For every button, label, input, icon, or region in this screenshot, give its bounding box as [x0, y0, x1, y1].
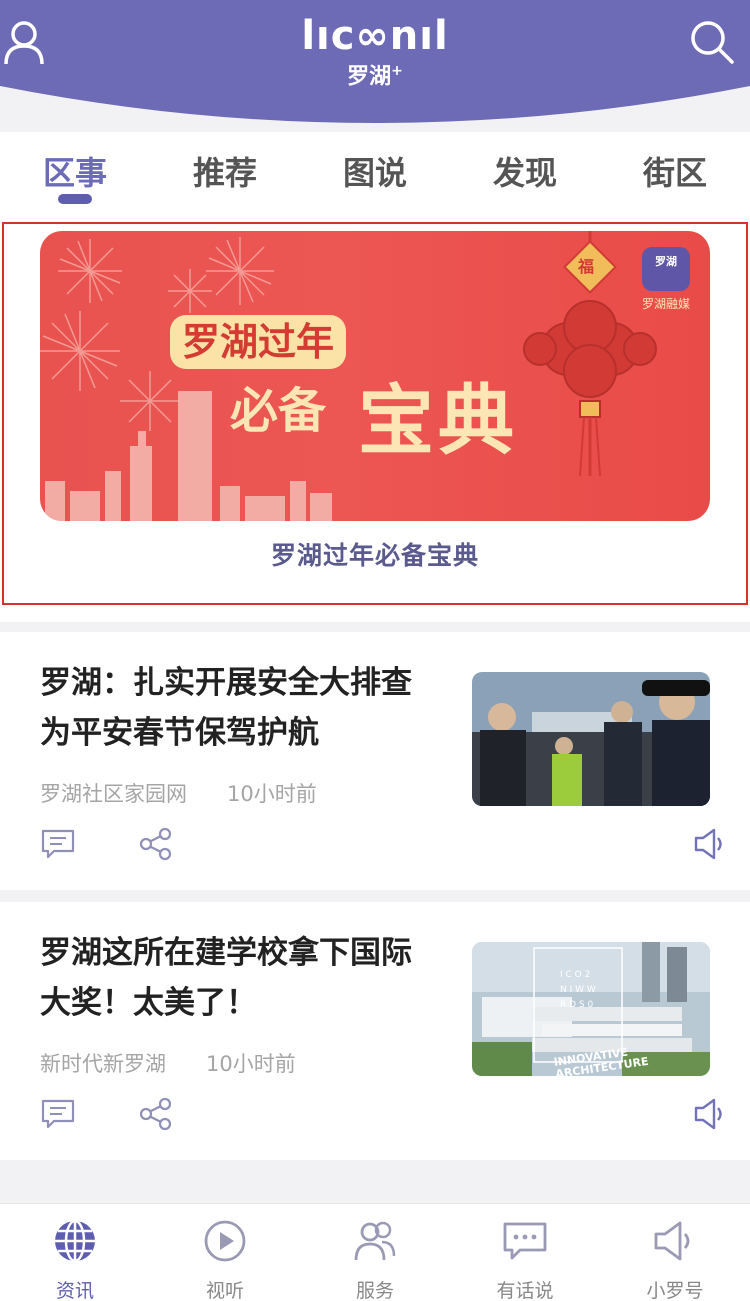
comment-icon[interactable]	[40, 1096, 76, 1132]
logo-subtitle: 罗湖+	[347, 63, 403, 90]
tab-tuijian[interactable]: 推荐	[150, 148, 300, 194]
article-meta: 新时代新罗湖 10小时前	[40, 1048, 296, 1078]
active-tab-indicator	[58, 194, 92, 204]
tab-tushuo[interactable]: 图说	[300, 148, 450, 194]
nav-item-media[interactable]: 视听	[150, 1204, 300, 1301]
nav-item-services[interactable]: 服务	[300, 1204, 450, 1301]
banner-pill-text: 罗湖过年	[170, 315, 347, 369]
svg-text:N I W W: N I W W	[560, 985, 596, 995]
tab-qushi[interactable]: 区事	[0, 148, 150, 194]
banner-badge: 罗湖	[642, 247, 690, 291]
people-icon	[354, 1221, 396, 1261]
tab-faxian[interactable]: 发现	[450, 148, 600, 194]
article-card[interactable]: 罗湖这所在建学校拿下国际大奖！太美了！ 新时代新罗湖 10小时前 I C O 2 …	[0, 902, 750, 1160]
speaker-icon[interactable]	[692, 826, 728, 862]
article-meta: 罗湖社区家园网 10小时前	[40, 778, 317, 808]
nav-item-news[interactable]: 资讯	[0, 1204, 150, 1301]
banner-badge-label: 罗湖融媒	[641, 297, 690, 311]
article-thumbnail[interactable]: I C O 2 N I W W R D S 0 INNOVATIVE ARCHI…	[472, 942, 710, 1076]
article-thumbnail[interactable]	[472, 672, 710, 806]
app-logo: lıc∞nıl 罗湖+	[0, 14, 750, 90]
fu-character: 福	[578, 257, 595, 276]
banner-line1: 必备	[230, 383, 327, 439]
logo-wordmark: lıc∞nıl	[301, 13, 449, 59]
svg-text:R D S 0: R D S 0	[560, 1000, 593, 1010]
search-icon[interactable]	[688, 18, 736, 66]
article-title[interactable]: 罗湖这所在建学校拿下国际大奖！太美了！	[40, 928, 440, 1028]
nav-label: 小罗号	[646, 1280, 704, 1301]
article-time: 10小时前	[227, 782, 317, 806]
article-source: 新时代新罗湖	[40, 1052, 166, 1076]
svg-text:I C O 2: I C O 2	[560, 970, 590, 980]
featured-banner-card[interactable]: 福 罗湖 罗湖融媒 罗湖过年 必备 宝典 罗湖过年必备宝典	[0, 218, 750, 622]
category-tabs: 区事 推荐 图说 发现 街区	[0, 132, 750, 218]
speaker-icon	[654, 1221, 690, 1261]
banner-line2: 宝典	[358, 376, 518, 465]
share-icon[interactable]	[138, 1096, 174, 1132]
article-title[interactable]: 罗湖：扎实开展安全大排查 为平安春节保驾护航	[40, 658, 440, 758]
comment-icon[interactable]	[40, 826, 76, 862]
bottom-navigation: 资讯 视听 服务 有话说 小罗号	[0, 1203, 750, 1301]
tab-jiequ[interactable]: 街区	[600, 148, 750, 194]
banner-caption[interactable]: 罗湖过年必备宝典	[0, 536, 750, 572]
nav-label: 视听	[205, 1280, 244, 1301]
share-icon[interactable]	[138, 826, 174, 862]
article-time: 10小时前	[206, 1052, 296, 1076]
chat-icon	[503, 1222, 547, 1260]
speaker-icon[interactable]	[692, 1096, 728, 1132]
app-header: lıc∞nıl 罗湖+	[0, 0, 750, 132]
play-icon	[204, 1220, 246, 1262]
nav-label: 资讯	[55, 1280, 94, 1301]
globe-icon	[55, 1219, 95, 1263]
police-officers-photo	[472, 672, 710, 806]
nav-label: 有话说	[496, 1280, 554, 1301]
nav-item-discuss[interactable]: 有话说	[450, 1204, 600, 1301]
article-source: 罗湖社区家园网	[40, 782, 187, 806]
banner-image[interactable]: 福 罗湖 罗湖融媒 罗湖过年 必备 宝典	[40, 231, 710, 521]
article-card[interactable]: 罗湖：扎实开展安全大排查 为平安春节保驾护航 罗湖社区家园网 10小时前	[0, 632, 750, 890]
nav-item-account[interactable]: 小罗号	[600, 1204, 750, 1301]
nav-label: 服务	[355, 1280, 394, 1301]
